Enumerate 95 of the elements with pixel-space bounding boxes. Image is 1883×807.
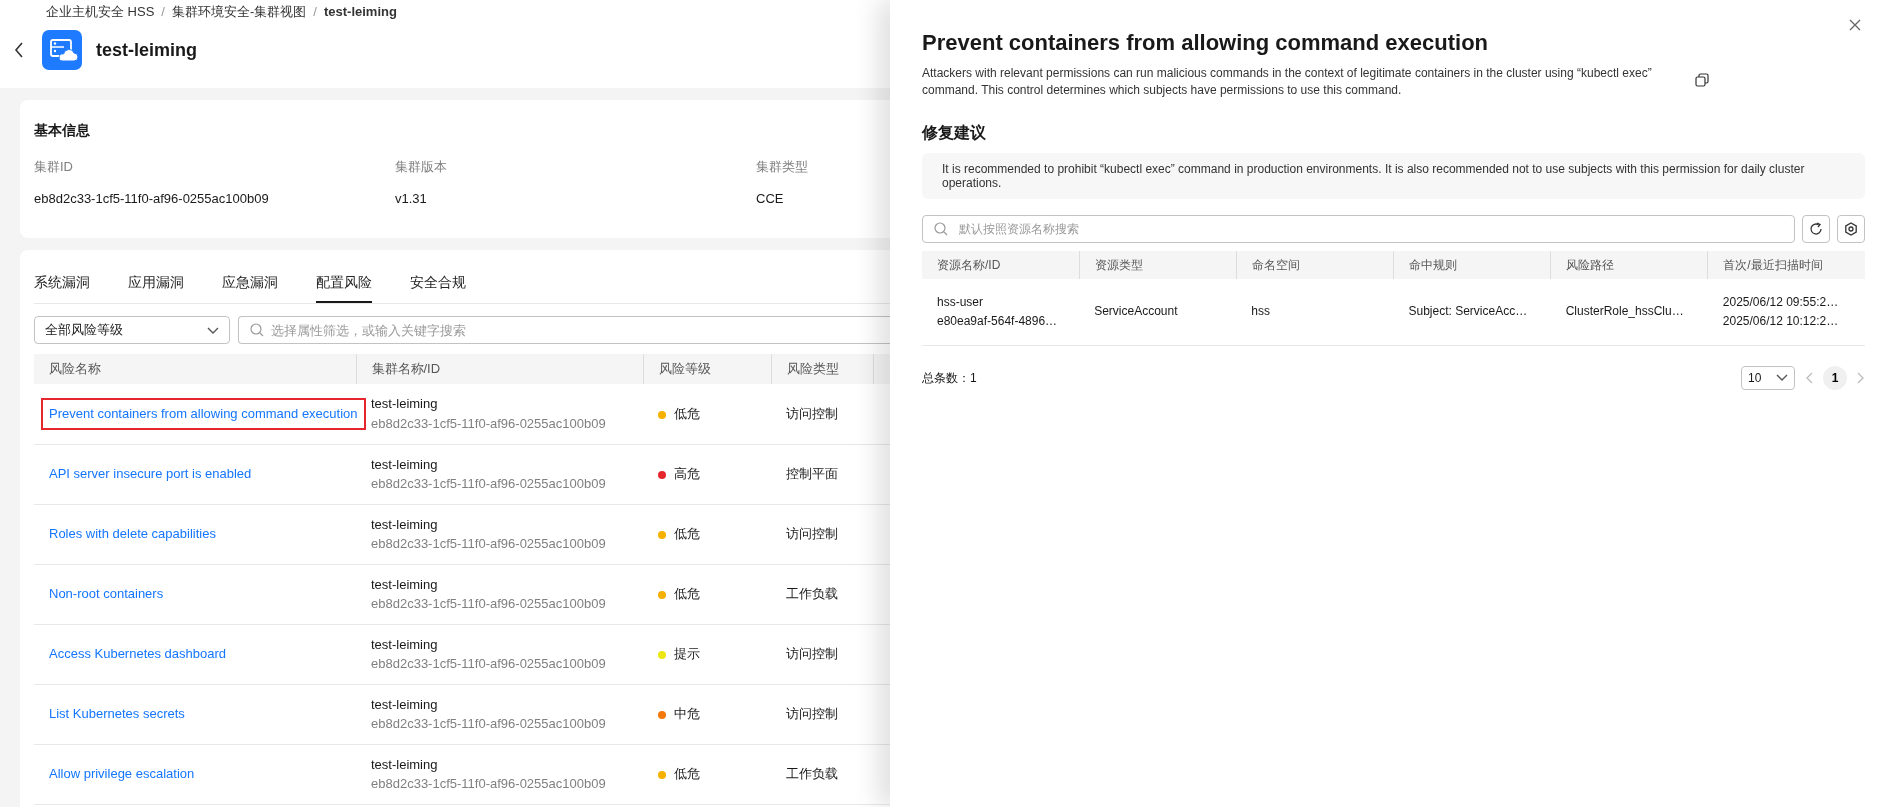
resource-name: hss-user: [937, 293, 984, 311]
caret-icon: [207, 326, 219, 334]
column-header: 风险类型: [771, 354, 873, 384]
field-label: 集群类型: [756, 158, 809, 176]
page-title: test-leiming: [96, 38, 197, 62]
recommendation-text: It is recommended to prohibit “kubectl exec” command in production environments. It is also recommended not to use subjects with this permission for daily cluster operations.: [922, 153, 1865, 199]
search-field[interactable]: 选择属性筛选，或输入关键字搜索: [238, 316, 890, 344]
field-value: v1.31: [395, 189, 428, 208]
breadcrumb-separator: /: [161, 4, 165, 19]
search-field[interactable]: 默认按照资源名称搜索: [922, 215, 1795, 243]
back-icon[interactable]: [14, 42, 24, 58]
section-title: 修复建议: [922, 123, 987, 143]
settings-icon: [1844, 222, 1858, 236]
risk-name-link[interactable]: Allow privilege escalation: [41, 758, 203, 790]
risk-level: 低危: [674, 586, 700, 602]
first-scan-time: 2025/06/12 09:55:2…: [1722, 293, 1840, 311]
column-header: 资源类型: [1079, 251, 1237, 279]
risk-path: ClusterRole_hssClu…: [1550, 279, 1708, 345]
cluster-id: eb8d2c33-1cf5-11f0-af96-0255ac100b09: [371, 715, 607, 733]
cluster-id: eb8d2c33-1cf5-11f0-af96-0255ac100b09: [371, 475, 607, 493]
risk-level: 高危: [674, 466, 700, 482]
cluster-name: test-leiming: [371, 395, 439, 414]
risk-type: 控制平面: [771, 444, 873, 504]
settings-button[interactable]: [1837, 215, 1865, 243]
tab[interactable]: 系统漏洞: [34, 268, 90, 303]
risk-type: 工作负载: [771, 564, 873, 624]
section-title: 基本信息: [34, 121, 91, 140]
cluster-id: eb8d2c33-1cf5-11f0-af96-0255ac100b09: [371, 414, 607, 433]
cluster-name: test-leiming: [371, 695, 439, 714]
cluster-id: eb8d2c33-1cf5-11f0-af96-0255ac100b09: [371, 535, 607, 553]
risk-type: 访问控制: [771, 504, 873, 564]
column-header: 命中规则: [1393, 251, 1551, 279]
breadcrumb-link[interactable]: 集群环境安全-集群视图: [171, 4, 307, 19]
risk-type: 工作负载: [771, 744, 873, 804]
column-header: 资源名称/ID: [922, 251, 1080, 279]
column-header: 命名空间: [1236, 251, 1394, 279]
risk-level: 中危: [674, 706, 700, 722]
refresh-button[interactable]: [1802, 215, 1830, 243]
risk-name-link[interactable]: Roles with delete capabilities: [41, 518, 224, 550]
page-size-value: 10: [1748, 369, 1762, 387]
breadcrumb-separator: /: [313, 4, 317, 19]
column-header: 风险路径: [1550, 251, 1708, 279]
risk-name-link[interactable]: Non-root containers: [41, 578, 172, 610]
drawer-title: Prevent containers from allowing command execution: [922, 29, 1490, 57]
risk-name-link[interactable]: API server insecure port is enabled: [41, 458, 260, 490]
tab[interactable]: 应用漏洞: [128, 268, 184, 303]
risk-level: 低危: [674, 406, 700, 421]
page-size-dropdown[interactable]: 10: [1741, 365, 1795, 390]
risk-type: 访问控制: [771, 384, 873, 444]
risk-type: 访问控制: [771, 684, 873, 744]
cluster-name: test-leiming: [371, 635, 439, 654]
breadcrumb-current: test-leiming: [323, 4, 397, 19]
tab[interactable]: 配置风险: [316, 268, 372, 303]
risk-name-link[interactable]: Prevent containers from allowing command execution: [41, 398, 366, 430]
column-header: 风险等级: [643, 354, 771, 384]
column-header: 首次/最近扫描时间: [1707, 251, 1865, 279]
field-value: CCE: [756, 189, 785, 208]
risk-type: 访问控制: [771, 624, 873, 684]
refresh-icon: [1809, 222, 1823, 236]
breadcrumb-link[interactable]: 企业主机安全 HSS: [46, 4, 155, 19]
risk-level-dropdown[interactable]: 全部风险等级: [34, 316, 230, 344]
field-label: 集群版本: [395, 158, 448, 176]
cluster-name: test-leiming: [371, 575, 439, 594]
risk-name-link[interactable]: Access Kubernetes dashboard: [41, 638, 235, 670]
copy-icon[interactable]: [1695, 73, 1709, 87]
chevron-right-icon: [1857, 372, 1865, 385]
last-scan-time: 2025/06/12 10:12:2…: [1722, 312, 1840, 330]
total-count: 总条数：1: [922, 369, 977, 387]
cluster-app-icon: [42, 30, 82, 70]
risk-level: 低危: [674, 526, 700, 542]
column-header: 风险名称: [34, 354, 356, 384]
cluster-name: test-leiming: [371, 455, 439, 474]
cluster-name: test-leiming: [371, 515, 439, 534]
caret-icon: [1776, 374, 1788, 381]
resource-id: e80ea9af-564f-4896…: [937, 312, 1059, 330]
tab[interactable]: 应急漏洞: [222, 268, 278, 303]
matched-rule: Subject: ServiceAcc…: [1393, 279, 1551, 345]
tab[interactable]: 安全合规: [410, 268, 466, 303]
field-label: 集群ID: [34, 158, 74, 176]
risk-description: Attackers with relevant permissions can run malicious commands in the context of legitimate containers in the cluster using “kubectl exec” command. This control determines which subjects have permissions to use this command.: [922, 65, 1653, 99]
risk-name-link[interactable]: List Kubernetes secrets: [41, 698, 193, 730]
cluster-id: eb8d2c33-1cf5-11f0-af96-0255ac100b09: [371, 595, 607, 613]
column-header: 集群名称/ID: [356, 354, 643, 384]
risk-level: 低危: [674, 766, 700, 782]
cluster-name: test-leiming: [371, 755, 439, 774]
cluster-id: eb8d2c33-1cf5-11f0-af96-0255ac100b09: [371, 655, 607, 673]
risk-level: 提示: [674, 646, 700, 662]
dropdown-value: 全部风险等级: [45, 321, 123, 340]
namespace: hss: [1236, 279, 1394, 345]
chevron-left-icon: [1805, 372, 1813, 385]
resource-type: ServiceAccount: [1079, 279, 1237, 345]
cluster-id: eb8d2c33-1cf5-11f0-af96-0255ac100b09: [371, 775, 607, 793]
field-value: eb8d2c33-1cf5-11f0-af96-0255ac100b09: [34, 189, 270, 208]
page-button[interactable]: 1: [1823, 365, 1847, 390]
close-icon: [1849, 18, 1861, 31]
